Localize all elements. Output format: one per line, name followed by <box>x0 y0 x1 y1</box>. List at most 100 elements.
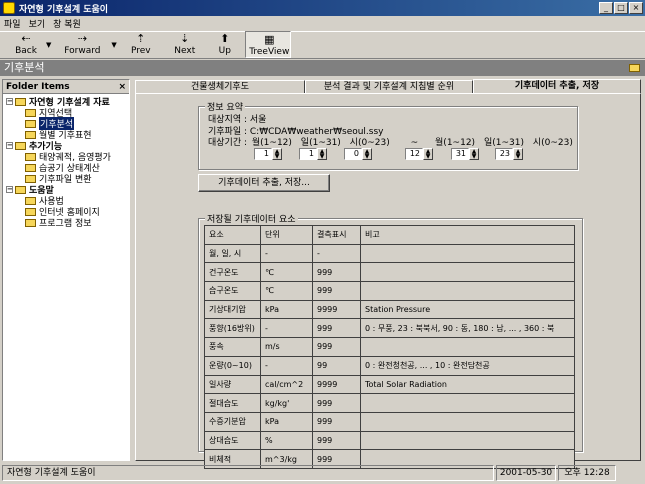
stepper-arrows-icon[interactable]: ▲ ▼ <box>423 148 433 160</box>
stepper-arrows-icon[interactable]: ▲ ▼ <box>362 148 372 160</box>
menu-restore[interactable]: 창 복원 <box>53 17 81 30</box>
cell-element: 월, 일, 시 <box>204 243 261 264</box>
cell-missing: 999 <box>312 318 361 339</box>
stepper-arrows-icon[interactable]: ▲ ▼ <box>513 148 523 160</box>
minimize-button[interactable]: _ <box>599 2 613 14</box>
treeview-button[interactable]: ▦ TreeView <box>244 31 291 58</box>
forward-button[interactable]: ⇢ Forward <box>53 31 111 58</box>
toolbar: ⇠ Back ▼ ⇢ Forward ▼ ⇡ Prev ⇣ Next ⬆ Up … <box>0 31 645 59</box>
start-hour-stepper[interactable]: 0 ▲ ▼ <box>344 148 374 160</box>
start-hour-label: 시(0~23) <box>349 138 390 148</box>
next-arrow-icon: ⇣ <box>180 32 190 45</box>
resize-grip-icon[interactable] <box>618 465 642 481</box>
menu-view[interactable]: 보기 <box>29 17 46 30</box>
end-day-label: 일(1~31) <box>483 138 524 148</box>
maximize-button[interactable]: □ <box>614 2 628 14</box>
collapse-icon[interactable]: − <box>6 98 13 105</box>
cell-unit: cal/cm^2 <box>260 374 313 395</box>
status-app-name: 자연형 기후설계 도움이 <box>2 465 494 481</box>
cell-element: 상대습도 <box>204 430 261 451</box>
cell-element: 습구온도 <box>204 281 261 301</box>
folder-icon <box>25 196 36 205</box>
cell-remarks: Total Solar Radiation <box>360 374 575 395</box>
collapse-icon[interactable]: − <box>6 186 13 193</box>
section-band: 기후분석 <box>0 60 645 76</box>
cell-missing: 999 <box>312 393 361 413</box>
close-button[interactable]: × <box>629 2 643 14</box>
folder-icon <box>25 130 36 139</box>
cell-unit: ℃ <box>260 262 313 283</box>
end-month-value[interactable]: 12 <box>405 148 423 160</box>
cell-missing: 9999 <box>312 299 361 320</box>
folder-icon[interactable] <box>629 64 640 72</box>
treeview-icon: ▦ <box>264 33 275 46</box>
cell-remarks <box>360 430 575 451</box>
tree-node-about[interactable]: 프로그램 정보 <box>6 217 129 229</box>
cell-remarks <box>360 243 575 264</box>
menu-file[interactable]: 파일 <box>4 17 21 30</box>
table-row: 수증기분압 kPa 999 <box>204 411 575 432</box>
cell-missing: 999 <box>312 262 361 283</box>
table-row: 건구온도 ℃ 999 <box>204 262 575 283</box>
section-title: 기후분석 <box>4 61 45 74</box>
end-day-value[interactable]: 31 <box>451 148 469 160</box>
end-hour-stepper[interactable]: 23 ▲ ▼ <box>495 148 525 160</box>
folder-pane-close-icon[interactable]: × <box>118 82 126 92</box>
back-label: Back <box>15 46 37 56</box>
stepper-arrows-icon[interactable]: ▲ ▼ <box>317 148 327 160</box>
table-row: 월, 일, 시-- <box>204 243 575 264</box>
tab-strip: 건물생체기후도 분석 결과 및 기후설계 지침별 순위 기후데이터 추출, 저장 <box>135 79 641 94</box>
folder-icon <box>15 185 26 194</box>
cell-element: 풍속 <box>204 337 261 357</box>
start-month-stepper[interactable]: 1 ▲ ▼ <box>254 148 284 160</box>
forward-label: Forward <box>64 46 101 56</box>
cell-missing: 9999 <box>312 374 361 395</box>
table-header-row: 요소 단위 결측표시 비고 <box>204 225 575 245</box>
cell-element: 일사량 <box>204 374 261 395</box>
prev-button[interactable]: ⇡ Prev <box>119 31 163 58</box>
header-element: 요소 <box>204 225 261 245</box>
cell-unit: kPa <box>260 299 313 320</box>
folder-icon <box>25 163 36 172</box>
back-button[interactable]: ⇠ Back <box>6 31 46 58</box>
forward-dropdown-icon[interactable]: ▼ <box>111 41 116 49</box>
start-day-label: 일(1~31) <box>300 138 341 148</box>
folder-icon <box>25 119 36 128</box>
title-bar: 자연형 기후설계 도움이 _ □ × <box>0 0 645 16</box>
next-button[interactable]: ⇣ Next <box>165 31 205 58</box>
start-hour-value[interactable]: 0 <box>344 148 362 160</box>
cell-remarks <box>360 337 575 357</box>
tree-node-convert[interactable]: 기후파일 변환 <box>6 173 129 185</box>
tree-node-help[interactable]: − 도움말 <box>6 184 129 196</box>
table-row: 일사량 cal/cm^2 9999 Total Solar Radiation <box>204 374 575 395</box>
collapse-icon[interactable]: − <box>6 142 13 149</box>
tab-data-export[interactable]: 기후데이터 추출, 저장 <box>473 79 641 94</box>
extract-save-button[interactable]: 기후데이터 추출, 저장... <box>198 174 330 192</box>
table-row: 상대습도% 999 <box>204 430 575 451</box>
end-hour-value[interactable]: 23 <box>495 148 513 160</box>
stepper-arrows-icon[interactable]: ▲ ▼ <box>469 148 479 160</box>
tree-node-monthly[interactable]: 월별 기후표현 <box>6 129 129 141</box>
cell-missing: 999 <box>312 411 361 432</box>
folder-pane-title: Folder Items <box>6 81 70 92</box>
end-hour-label: 시(0~23) <box>532 138 573 148</box>
cell-remarks <box>360 393 575 413</box>
next-label: Next <box>174 46 196 56</box>
start-day-value[interactable]: 1 <box>299 148 317 160</box>
end-day-stepper[interactable]: 31 ▲ ▼ <box>451 148 481 160</box>
start-month-value[interactable]: 1 <box>254 148 272 160</box>
up-folder-icon: ⬆ <box>220 32 230 45</box>
forward-arrow-icon: ⇢ <box>77 32 87 45</box>
tab-analysis-results[interactable]: 분석 결과 및 기후설계 지침별 순위 <box>305 80 473 94</box>
end-month-label: 월(1~12) <box>435 138 476 148</box>
tab-bioclimatic-chart[interactable]: 건물생체기후도 <box>135 80 305 94</box>
window-controls: _ □ × <box>599 2 643 14</box>
end-month-stepper[interactable]: 12 ▲ ▼ <box>405 148 435 160</box>
up-label: Up <box>218 46 231 56</box>
up-button[interactable]: ⬆ Up <box>207 31 243 58</box>
stepper-arrows-icon[interactable]: ▲ ▼ <box>272 148 282 160</box>
cell-unit: - <box>260 243 313 264</box>
back-dropdown-icon[interactable]: ▼ <box>46 41 51 49</box>
start-day-stepper[interactable]: 1 ▲ ▼ <box>299 148 329 160</box>
table-row: 운량(0~10) -99 0 : 완전청천공, ... , 10 : 완전담천공 <box>204 355 575 376</box>
